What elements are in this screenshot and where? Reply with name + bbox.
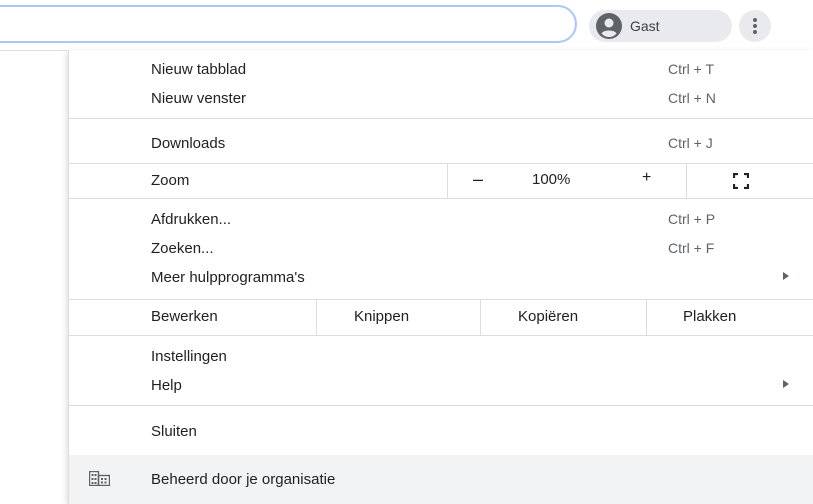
shortcut-label: Ctrl + P: [668, 211, 716, 227]
copy-label: Kopiëren: [518, 308, 579, 325]
menu-item-label: Downloads: [151, 135, 226, 152]
divider: [447, 164, 448, 199]
divider: [0, 50, 67, 51]
shortcut-label: Ctrl + F: [668, 240, 715, 256]
managed-label: Beheerd door je organisatie: [151, 471, 336, 488]
menu-separator: [69, 118, 813, 119]
browser-menu: Nieuw tabblad Ctrl + T Nieuw venster Ctr…: [68, 50, 813, 504]
paste-label: Plakken: [683, 308, 737, 325]
menu-item-find[interactable]: Zoeken... Ctrl + F: [69, 234, 813, 263]
paste-button[interactable]: Plakken: [647, 300, 813, 335]
menu-item-label: Nieuw tabblad: [151, 61, 247, 78]
menu-separator: [69, 335, 813, 336]
menu-item-new-tab[interactable]: Nieuw tabblad Ctrl + T: [69, 55, 813, 84]
menu-item-label: Instellingen: [151, 348, 227, 365]
profile-name: Gast: [630, 18, 660, 34]
menu-item-label: Zoeken...: [151, 240, 214, 257]
building-icon: [89, 471, 110, 486]
menu-item-label: Nieuw venster: [151, 90, 247, 107]
fullscreen-icon[interactable]: [733, 173, 749, 189]
copy-button[interactable]: Kopiëren: [481, 300, 646, 335]
menu-separator: [69, 405, 813, 406]
submenu-arrow-icon: [783, 272, 789, 280]
menu-item-settings[interactable]: Instellingen: [69, 342, 813, 371]
divider: [686, 164, 687, 199]
menu-item-label: Afdrukken...: [151, 211, 232, 228]
menu-item-exit[interactable]: Sluiten: [69, 417, 813, 446]
shortcut-label: Ctrl + J: [668, 135, 713, 151]
browser-toolbar: Gast: [0, 0, 813, 50]
zoom-in-button[interactable]: +: [642, 169, 651, 187]
menu-item-new-window[interactable]: Nieuw venster Ctrl + N: [69, 84, 813, 113]
page-content-edge: [0, 50, 68, 504]
profile-button[interactable]: Gast: [589, 10, 732, 42]
cut-label: Knippen: [354, 308, 410, 325]
menu-item-downloads[interactable]: Downloads Ctrl + J: [69, 129, 813, 158]
menu-item-label: Help: [151, 377, 182, 394]
edit-row: Bewerken Knippen Kopiëren Plakken: [69, 300, 813, 335]
zoom-label: Zoom: [151, 172, 190, 189]
more-options-button[interactable]: [739, 10, 771, 42]
edit-label: Bewerken: [151, 308, 218, 325]
edit-label-cell: Bewerken: [69, 300, 316, 335]
shortcut-label: Ctrl + N: [668, 90, 716, 106]
menu-item-more-tools[interactable]: Meer hulpprogramma's: [69, 263, 813, 292]
shortcut-label: Ctrl + T: [668, 61, 715, 77]
menu-item-print[interactable]: Afdrukken... Ctrl + P: [69, 205, 813, 234]
zoom-out-button[interactable]: –: [473, 169, 483, 190]
menu-item-label: Meer hulpprogramma's: [151, 269, 305, 286]
submenu-arrow-icon: [783, 380, 789, 388]
menu-separator: [69, 198, 813, 199]
cut-button[interactable]: Knippen: [317, 300, 480, 335]
address-bar[interactable]: [0, 5, 577, 43]
menu-item-label: Sluiten: [151, 423, 197, 440]
zoom-level: 100%: [532, 171, 571, 188]
menu-item-help[interactable]: Help: [69, 371, 813, 400]
avatar-icon: [596, 13, 622, 39]
managed-by-organization[interactable]: Beheerd door je organisatie: [69, 455, 813, 504]
zoom-row: Zoom – 100% +: [69, 164, 813, 199]
